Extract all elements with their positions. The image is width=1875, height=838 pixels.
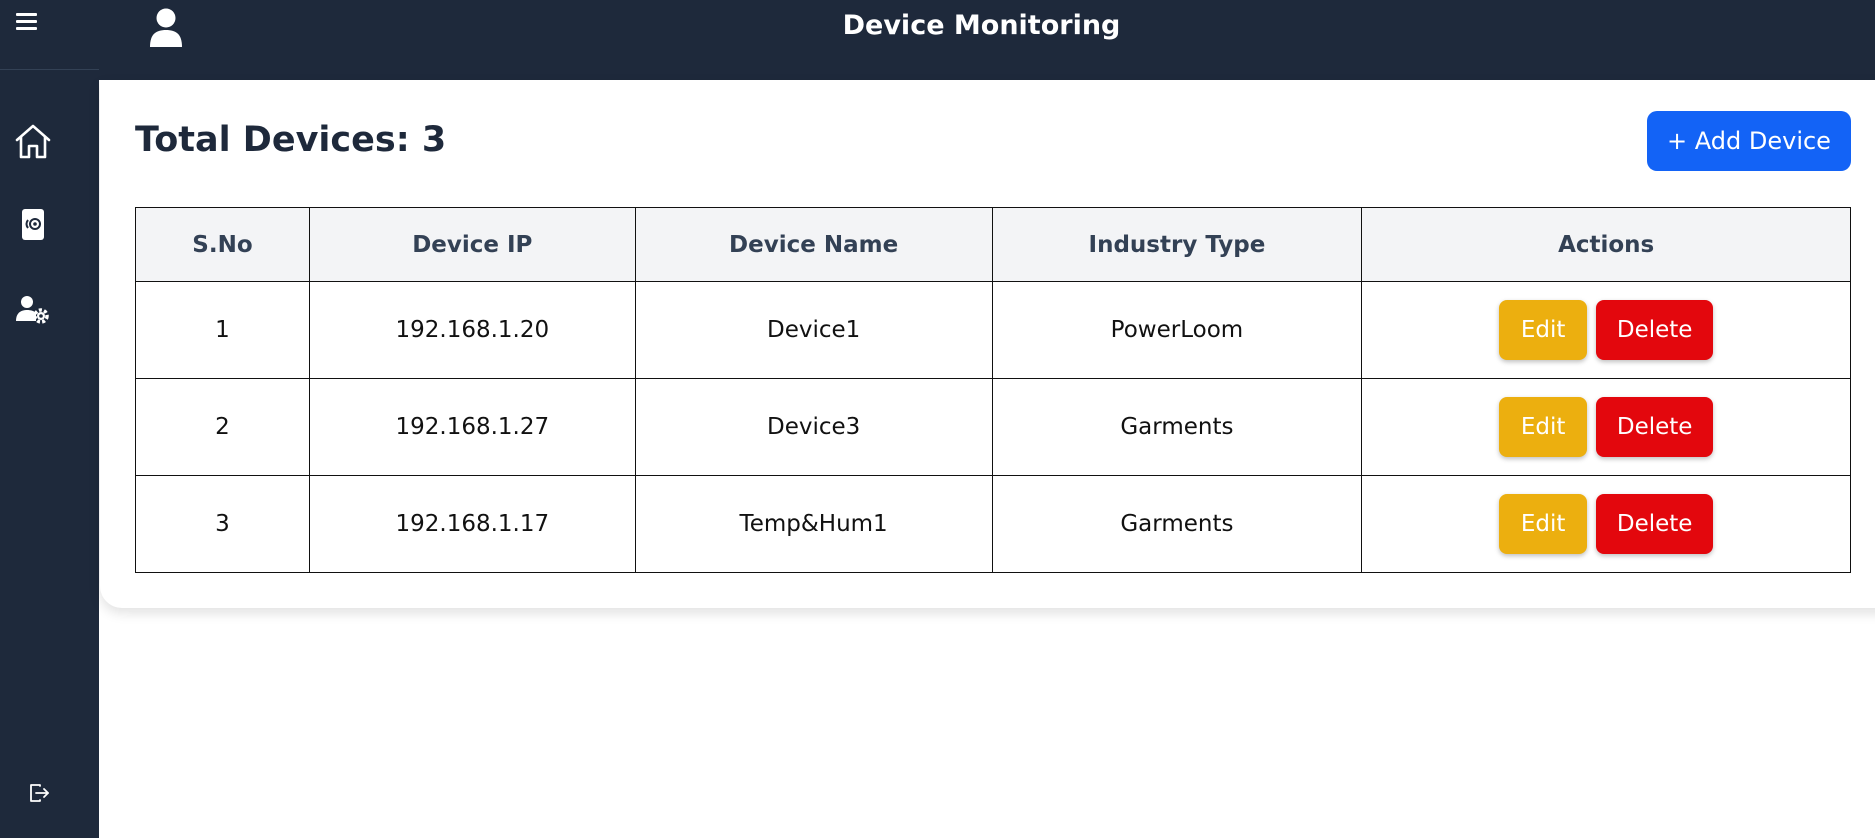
cell-device-ip: 192.168.1.20	[308, 281, 636, 379]
sidebar-divider	[0, 69, 99, 70]
edit-button[interactable]: Edit	[1499, 494, 1588, 554]
edit-button[interactable]: Edit	[1499, 300, 1588, 360]
table-header-row: S.No Device IP Device Name Industry Type…	[135, 207, 1851, 282]
add-device-button[interactable]: + Add Device	[1647, 111, 1851, 171]
column-header-device-name: Device Name	[634, 207, 993, 282]
table-row: 2 192.168.1.27 Device3 Garments Edit Dele…	[135, 378, 1851, 476]
cell-device-ip: 192.168.1.17	[308, 475, 636, 573]
cell-industry-type: Garments	[991, 475, 1363, 573]
cell-sno: 2	[135, 378, 310, 476]
delete-button[interactable]: Delete	[1596, 300, 1714, 360]
cell-device-ip: 192.168.1.27	[308, 378, 636, 476]
sidebar	[0, 0, 99, 838]
delete-button[interactable]: Delete	[1596, 397, 1714, 457]
cell-device-name: Temp&Hum1	[634, 475, 993, 573]
page-title: Device Monitoring	[842, 10, 1121, 41]
edit-button[interactable]: Edit	[1499, 397, 1588, 457]
cell-device-name: Device1	[634, 281, 993, 379]
column-header-industry-type: Industry Type	[991, 207, 1363, 282]
cell-actions: Edit Delete	[1361, 281, 1851, 379]
total-devices-heading: Total Devices: 3	[135, 120, 447, 160]
user-settings-icon[interactable]	[14, 292, 52, 330]
cell-sno: 3	[135, 475, 310, 573]
devices-table: S.No Device IP Device Name Industry Type…	[135, 207, 1851, 573]
cell-device-name: Device3	[634, 378, 993, 476]
table-row: 3 192.168.1.17 Temp&Hum1 Garments Edit De…	[135, 475, 1851, 573]
home-icon[interactable]	[14, 122, 52, 160]
column-header-device-ip: Device IP	[308, 207, 636, 282]
cell-actions: Edit Delete	[1361, 475, 1851, 573]
column-header-actions: Actions	[1361, 207, 1851, 282]
device-icon[interactable]	[14, 205, 52, 243]
cell-sno: 1	[135, 281, 310, 379]
column-header-sno: S.No	[135, 207, 310, 282]
delete-button[interactable]: Delete	[1596, 494, 1714, 554]
table-row: 1 192.168.1.20 Device1 PowerLoom Edit Del…	[135, 281, 1851, 379]
menu-icon[interactable]	[13, 8, 41, 36]
cell-industry-type: Garments	[991, 378, 1363, 476]
top-bar: Device Monitoring	[99, 0, 1875, 80]
cell-industry-type: PowerLoom	[991, 281, 1363, 379]
cell-actions: Edit Delete	[1361, 378, 1851, 476]
logout-icon[interactable]	[27, 781, 51, 805]
